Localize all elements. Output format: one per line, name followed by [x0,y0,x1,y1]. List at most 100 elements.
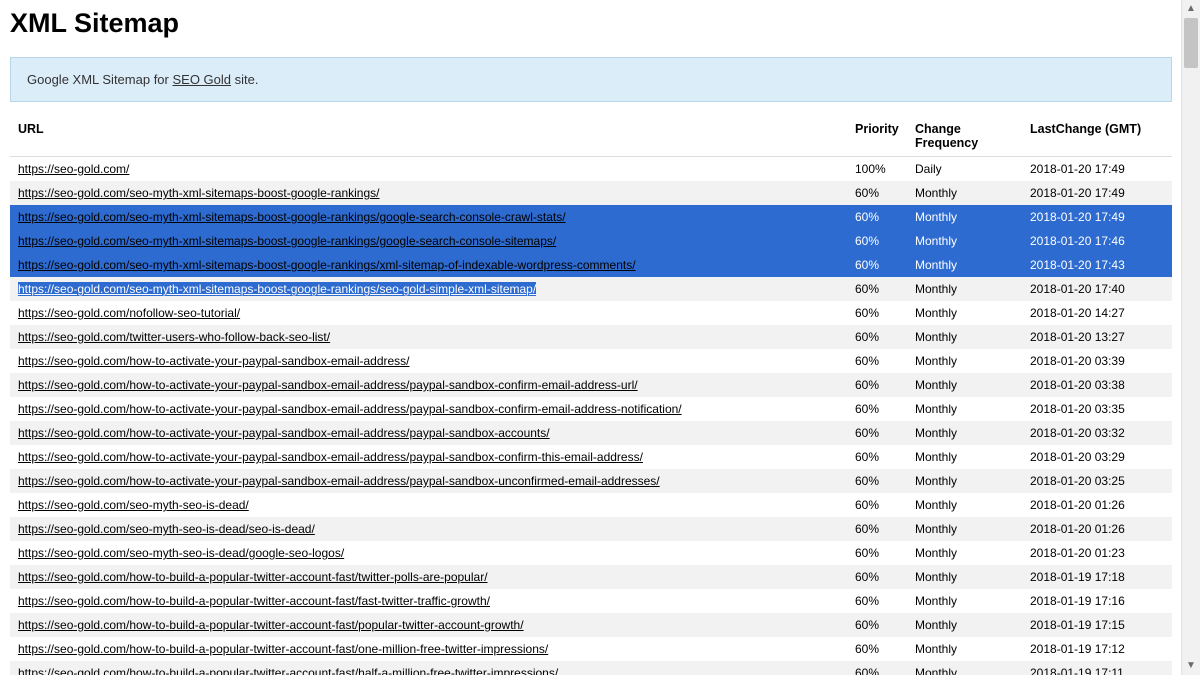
cell-frequency: Monthly [907,205,1022,229]
cell-url: https://seo-gold.com/how-to-activate-you… [10,373,847,397]
cell-url: https://seo-gold.com/how-to-build-a-popu… [10,565,847,589]
table-row: https://seo-gold.com/how-to-activate-you… [10,373,1172,397]
vertical-scrollbar[interactable]: ▲ ▼ [1181,0,1200,675]
cell-frequency: Monthly [907,181,1022,205]
cell-priority: 60% [847,541,907,565]
table-row: https://seo-gold.com/seo-myth-xml-sitema… [10,229,1172,253]
col-header-frequency: Change Frequency [907,116,1022,157]
cell-url: https://seo-gold.com/how-to-activate-you… [10,445,847,469]
cell-url: https://seo-gold.com/how-to-build-a-popu… [10,661,847,675]
table-row: https://seo-gold.com/how-to-build-a-popu… [10,565,1172,589]
sitemap-url-link[interactable]: https://seo-gold.com/ [18,162,129,176]
sitemap-url-link[interactable]: https://seo-gold.com/how-to-build-a-popu… [18,594,490,608]
table-row: https://seo-gold.com/seo-myth-seo-is-dea… [10,517,1172,541]
sitemap-url-link[interactable]: https://seo-gold.com/twitter-users-who-f… [18,330,330,344]
cell-lastchange: 2018-01-20 03:25 [1022,469,1172,493]
table-row: https://seo-gold.com/how-to-build-a-popu… [10,589,1172,613]
cell-url: https://seo-gold.com/twitter-users-who-f… [10,325,847,349]
sitemap-url-link[interactable]: https://seo-gold.com/how-to-build-a-popu… [18,570,488,584]
table-row: https://seo-gold.com/how-to-activate-you… [10,349,1172,373]
cell-url: https://seo-gold.com/nofollow-seo-tutori… [10,301,847,325]
cell-lastchange: 2018-01-19 17:12 [1022,637,1172,661]
table-row: https://seo-gold.com/seo-myth-xml-sitema… [10,181,1172,205]
cell-priority: 60% [847,637,907,661]
cell-priority: 60% [847,301,907,325]
sitemap-url-link[interactable]: https://seo-gold.com/how-to-build-a-popu… [18,642,548,656]
sitemap-url-link[interactable]: https://seo-gold.com/how-to-activate-you… [18,426,550,440]
sitemap-url-link[interactable]: https://seo-gold.com/how-to-build-a-popu… [18,666,558,675]
cell-priority: 100% [847,157,907,182]
cell-frequency: Monthly [907,637,1022,661]
cell-url: https://seo-gold.com/seo-myth-seo-is-dea… [10,517,847,541]
info-banner: Google XML Sitemap for SEO Gold site. [10,57,1172,102]
sitemap-url-link[interactable]: https://seo-gold.com/how-to-activate-you… [18,474,660,488]
cell-url: https://seo-gold.com/how-to-build-a-popu… [10,589,847,613]
info-text-suffix: site. [231,72,258,87]
cell-lastchange: 2018-01-19 17:15 [1022,613,1172,637]
cell-lastchange: 2018-01-19 17:11 [1022,661,1172,675]
cell-url: https://seo-gold.com/seo-myth-xml-sitema… [10,277,847,301]
sitemap-url-link[interactable]: https://seo-gold.com/seo-myth-xml-sitema… [18,258,636,272]
sitemap-url-link[interactable]: https://seo-gold.com/seo-myth-seo-is-dea… [18,522,315,536]
col-header-priority: Priority [847,116,907,157]
cell-frequency: Monthly [907,541,1022,565]
cell-lastchange: 2018-01-20 03:32 [1022,421,1172,445]
cell-priority: 60% [847,253,907,277]
cell-frequency: Monthly [907,253,1022,277]
cell-url: https://seo-gold.com/ [10,157,847,182]
scroll-down-arrow-icon[interactable]: ▼ [1182,657,1200,675]
cell-lastchange: 2018-01-20 03:35 [1022,397,1172,421]
cell-frequency: Monthly [907,469,1022,493]
cell-url: https://seo-gold.com/seo-myth-seo-is-dea… [10,493,847,517]
cell-priority: 60% [847,589,907,613]
sitemap-url-link[interactable]: https://seo-gold.com/seo-myth-xml-sitema… [18,282,536,296]
cell-priority: 60% [847,205,907,229]
sitemap-url-link[interactable]: https://seo-gold.com/seo-myth-xml-sitema… [18,234,556,248]
cell-priority: 60% [847,277,907,301]
table-row: https://seo-gold.com/how-to-build-a-popu… [10,613,1172,637]
cell-priority: 60% [847,181,907,205]
cell-lastchange: 2018-01-20 01:23 [1022,541,1172,565]
table-row: https://seo-gold.com/seo-myth-xml-sitema… [10,253,1172,277]
sitemap-url-link[interactable]: https://seo-gold.com/how-to-activate-you… [18,450,643,464]
info-site-link[interactable]: SEO Gold [172,72,231,87]
table-row: https://seo-gold.com/seo-myth-seo-is-dea… [10,493,1172,517]
viewport: XML Sitemap Google XML Sitemap for SEO G… [0,0,1200,675]
cell-lastchange: 2018-01-20 13:27 [1022,325,1172,349]
cell-frequency: Monthly [907,661,1022,675]
table-row: https://seo-gold.com/seo-myth-xml-sitema… [10,205,1172,229]
cell-priority: 60% [847,517,907,541]
sitemap-url-link[interactable]: https://seo-gold.com/seo-myth-xml-sitema… [18,210,566,224]
table-row: https://seo-gold.com/how-to-activate-you… [10,421,1172,445]
cell-lastchange: 2018-01-20 03:29 [1022,445,1172,469]
scrollbar-thumb[interactable] [1184,18,1198,68]
cell-frequency: Monthly [907,277,1022,301]
cell-url: https://seo-gold.com/seo-myth-xml-sitema… [10,253,847,277]
sitemap-url-link[interactable]: https://seo-gold.com/how-to-activate-you… [18,402,682,416]
cell-priority: 60% [847,373,907,397]
scroll-up-arrow-icon[interactable]: ▲ [1182,0,1200,18]
cell-url: https://seo-gold.com/how-to-activate-you… [10,397,847,421]
scrollbar-track[interactable] [1184,18,1198,657]
cell-lastchange: 2018-01-20 01:26 [1022,493,1172,517]
cell-frequency: Monthly [907,349,1022,373]
sitemap-url-link[interactable]: https://seo-gold.com/how-to-activate-you… [18,354,410,368]
cell-url: https://seo-gold.com/how-to-activate-you… [10,421,847,445]
cell-frequency: Daily [907,157,1022,182]
sitemap-url-link[interactable]: https://seo-gold.com/how-to-build-a-popu… [18,618,524,632]
cell-frequency: Monthly [907,325,1022,349]
cell-priority: 60% [847,421,907,445]
sitemap-url-link[interactable]: https://seo-gold.com/how-to-activate-you… [18,378,638,392]
info-text-prefix: Google XML Sitemap for [27,72,172,87]
sitemap-url-link[interactable]: https://seo-gold.com/seo-myth-seo-is-dea… [18,498,249,512]
col-header-lastchange: LastChange (GMT) [1022,116,1172,157]
cell-lastchange: 2018-01-20 03:38 [1022,373,1172,397]
cell-lastchange: 2018-01-20 17:49 [1022,181,1172,205]
table-row: https://seo-gold.com/how-to-activate-you… [10,397,1172,421]
col-header-url: URL [10,116,847,157]
sitemap-url-link[interactable]: https://seo-gold.com/nofollow-seo-tutori… [18,306,240,320]
cell-lastchange: 2018-01-20 03:39 [1022,349,1172,373]
sitemap-url-link[interactable]: https://seo-gold.com/seo-myth-xml-sitema… [18,186,379,200]
sitemap-url-link[interactable]: https://seo-gold.com/seo-myth-seo-is-dea… [18,546,344,560]
cell-url: https://seo-gold.com/seo-myth-xml-sitema… [10,181,847,205]
